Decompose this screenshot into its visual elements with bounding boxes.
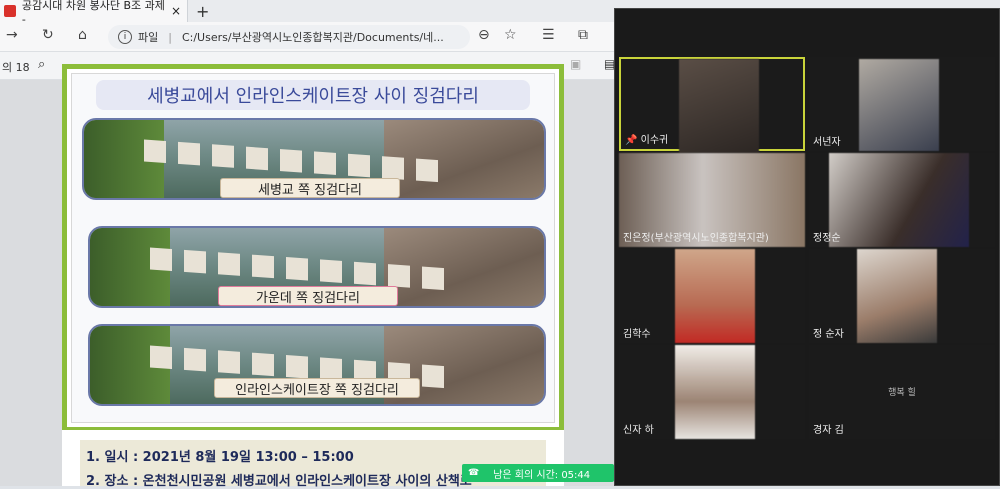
participant-tile[interactable]: 김학수 (619, 249, 805, 343)
participant-name: 📌 이수귀 (625, 135, 669, 146)
participant-tile[interactable]: 📌 이수귀 (619, 57, 805, 153)
timer-text: 남은 회의 시간: 05:44 (493, 469, 591, 481)
collections-icon[interactable]: ⧉ (578, 27, 588, 43)
info-date: 1. 일시 : 2021년 8월 19일 13:00 – 15:00 (86, 450, 354, 465)
refresh-icon[interactable]: ↻ (42, 27, 54, 43)
save-icon[interactable]: ▣ (570, 57, 581, 71)
favorite-icon[interactable]: ☆ (504, 27, 517, 43)
new-tab-button[interactable]: + (196, 2, 209, 21)
participant-center-label: 행복 힐 (888, 388, 916, 398)
slide-frame: 세병교에서 인라인스케이트장 사이 징검다리 세병교 쪽 징검다리 가운데 쪽 … (62, 64, 564, 432)
forward-icon[interactable]: → (6, 27, 18, 43)
participant-tile[interactable]: 행복 힐 경자 김 (809, 345, 995, 439)
participant-tile[interactable]: 정 순자 (809, 249, 995, 343)
participant-tile[interactable]: 서년자 (809, 57, 995, 151)
browser-tab[interactable]: 공감시대 차원 봉사단 B조 과제 - × (0, 0, 188, 26)
photo-caption: 인라인스케이트장 쪽 징검다리 (214, 378, 420, 398)
video-gallery-window: 📌 이수귀 서년자 진은정(부산광역시노인종합복지관) 정정순 김학수 정 순자… (614, 8, 1000, 486)
url-text: C:/Users/부산광역시노인종합복지관/Documents/네... (181, 31, 444, 44)
participant-name: 정정순 (813, 233, 841, 244)
participant-name: 경자 김 (813, 425, 844, 436)
phone-icon: ☎ (468, 468, 480, 478)
url-separator: | (168, 30, 172, 44)
photo-caption: 세병교 쪽 징검다리 (220, 178, 400, 198)
participant-name: 정 순자 (813, 329, 844, 340)
stepping-stones-photo: 세병교 쪽 징검다리 (82, 118, 546, 200)
participant-name: 서년자 (813, 137, 841, 148)
photo-caption: 가운데 쪽 징검다리 (218, 286, 398, 306)
info-place: 2. 장소 : 온천천시민공원 세병교에서 인라인스케이트장 사이의 산책로 (86, 474, 472, 489)
pdf-icon (4, 5, 16, 17)
participant-name: 김학수 (623, 329, 651, 340)
participant-tile[interactable]: 신자 하 (619, 345, 805, 439)
participant-tile[interactable]: 정정순 (809, 153, 995, 247)
pin-icon: 📌 (625, 135, 641, 146)
url-field[interactable]: i 파일 | C:/Users/부산광역시노인종합복지관/Documents/네… (108, 25, 470, 49)
slide-title: 세병교에서 인라인스케이트장 사이 징검다리 (96, 80, 530, 110)
search-icon[interactable]: ⌕ (38, 57, 45, 72)
meeting-timer: ☎ 남은 회의 시간: 05:44 (462, 464, 614, 482)
page-indicator: 의 18 (2, 61, 30, 74)
participant-name: 신자 하 (623, 425, 654, 436)
tab-close-icon[interactable]: × (171, 4, 181, 18)
slide-content: 세병교에서 인라인스케이트장 사이 징검다리 세병교 쪽 징검다리 가운데 쪽 … (71, 73, 555, 423)
home-icon[interactable]: ⌂ (78, 27, 87, 43)
url-prefix: 파일 (138, 31, 159, 44)
participant-tile[interactable]: 진은정(부산광역시노인종합복지관) (619, 153, 805, 247)
stepping-stones-photo: 가운데 쪽 징검다리 (88, 226, 546, 308)
favorites-list-icon[interactable]: ☰ (542, 27, 555, 43)
participant-name: 진은정(부산광역시노인종합복지관) (623, 233, 769, 244)
stepping-stones-photo: 인라인스케이트장 쪽 징검다리 (88, 324, 546, 406)
info-icon[interactable]: i (118, 30, 132, 44)
zoom-icon[interactable]: ⊖ (478, 27, 490, 43)
